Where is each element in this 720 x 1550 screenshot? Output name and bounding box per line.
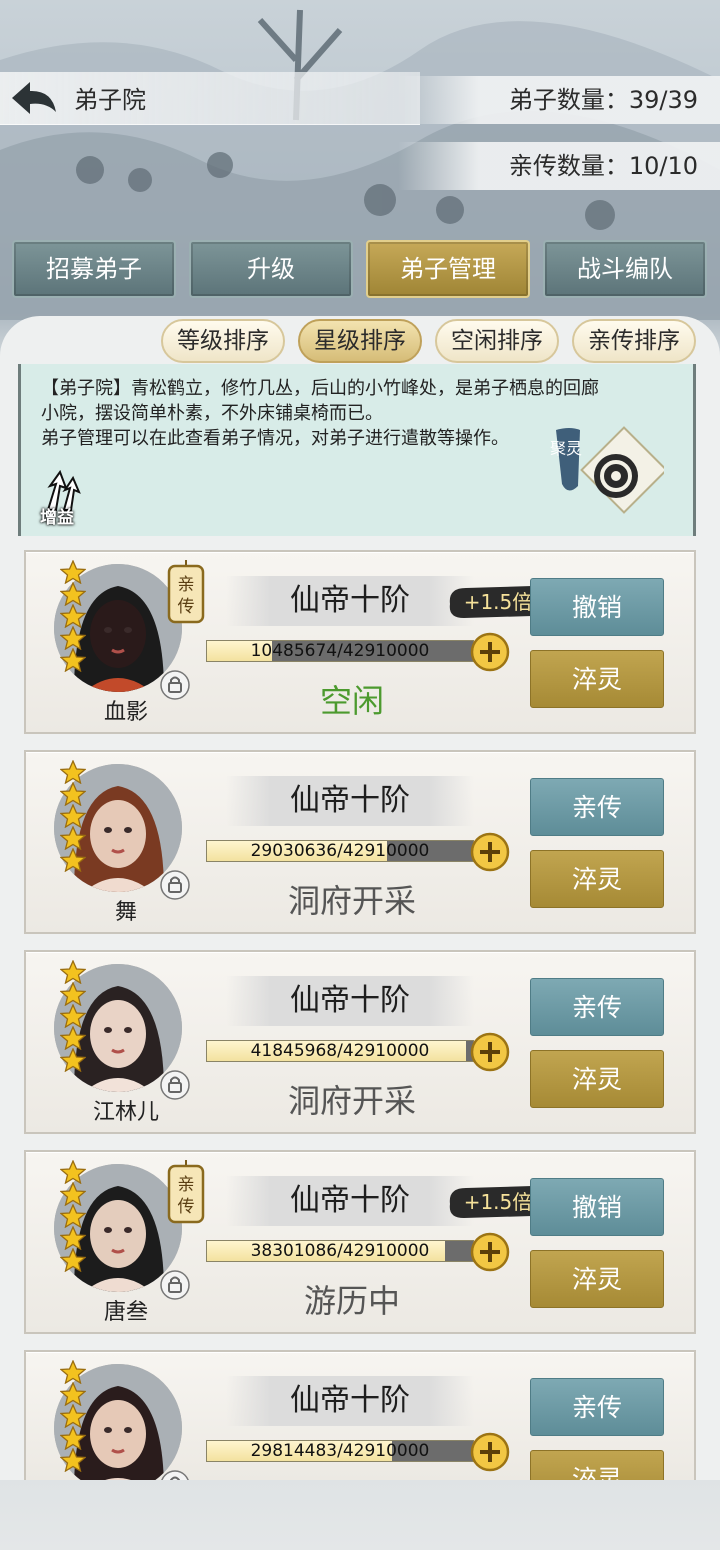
disciple-rank: 仙帝十阶 [226,576,474,626]
disciple-rank: 仙帝十阶 [226,976,474,1026]
sort-by-star-button[interactable]: 星级排序 [298,319,422,363]
disciple-name: 江林儿 [92,1100,159,1125]
star-icon [60,1426,86,1450]
star-icon [60,760,86,784]
disciple-name: 唐叁 [103,1300,148,1325]
exp-bar: 10485674/42910000 [206,640,474,662]
star-icon [60,1026,86,1050]
exp-text: 10485674/42910000 [250,641,430,661]
refine-spirit-button[interactable]: 淬灵 [530,1450,664,1480]
bottom-area [0,1480,720,1550]
sort-by-direct-button[interactable]: 亲传排序 [572,319,696,363]
star-icon [60,848,86,872]
back-arrow-icon[interactable] [8,78,60,118]
add-exp-plus-icon[interactable] [470,1432,510,1472]
make-direct-button[interactable]: 亲传 [530,778,664,836]
star-rating [60,960,86,1072]
star-icon [60,1404,86,1428]
star-icon [60,626,86,650]
star-icon [60,782,86,806]
disciple-status: 空闲 [319,682,384,720]
exp-text: 38301086/42910000 [250,1241,430,1261]
exp-bar: 29814483/42910000 [206,1440,474,1462]
disciple-card[interactable]: 亲传血影 仙帝十阶 +1.5倍 10485674/42910000 空闲 撤销 淬灵 [24,550,696,734]
tab-battle-formation[interactable]: 战斗编队 [543,240,707,298]
add-exp-plus-icon[interactable] [470,1032,510,1072]
exp-text: 29814483/42910000 [250,1441,430,1461]
direct-disciple-badge-icon: 亲传 [167,560,205,624]
star-rating [60,1360,86,1472]
star-icon [60,982,86,1006]
disciple-card[interactable]: 亲传唐叁 仙帝十阶 +1.5倍 38301086/42910000 游历中 撤销 淬灵 [24,1150,696,1334]
revoke-button[interactable]: 撤销 [530,578,664,636]
disciple-card[interactable]: 仙帝十阶 29814483/42910000 亲传淬灵 [24,1350,696,1480]
sort-by-idle-button[interactable]: 空闲排序 [435,319,559,363]
sort-by-level-button[interactable]: 等级排序 [161,319,285,363]
exp-bar: 41845968/42910000 [206,1040,474,1062]
disciple-card[interactable]: 江林儿 仙帝十阶 41845968/42910000 洞府开采 亲传淬灵 [24,950,696,1134]
add-exp-plus-icon[interactable] [470,1232,510,1272]
star-icon [60,1360,86,1384]
disciple-status: 游历中 [303,1282,400,1320]
star-icon [60,960,86,984]
disciple-rank: 仙帝十阶 [226,1376,474,1426]
star-rating [60,1160,86,1272]
revoke-button[interactable]: 撤销 [530,1178,664,1236]
disciple-status: 洞府开采 [287,1082,416,1120]
star-icon [60,1004,86,1028]
svg-text:亲: 亲 [178,575,195,595]
star-icon [60,1182,86,1206]
refine-spirit-button[interactable]: 淬灵 [530,650,664,708]
star-icon [60,1226,86,1250]
exp-text: 41845968/42910000 [250,1041,430,1061]
header-bar [0,72,420,125]
refine-spirit-button[interactable]: 淬灵 [530,1050,664,1108]
star-rating [60,760,86,872]
make-direct-button[interactable]: 亲传 [530,978,664,1036]
description-line: 【弟子院】青松鹤立，修竹几丛，后山的小竹峰处，是弟子栖息的回廊 [41,378,599,399]
disciple-name: 血影 [103,700,148,725]
juling-emblem-icon[interactable]: 聚灵 [550,426,664,526]
exp-text: 29030636/42910000 [250,841,430,861]
direct-disciple-count: 亲传数量：10/10 [398,142,720,190]
star-icon [60,1382,86,1406]
disciple-rank: 仙帝十阶 [226,1176,474,1226]
svg-text:传: 传 [178,1197,195,1217]
star-icon [60,604,86,628]
add-exp-plus-icon[interactable] [470,832,510,872]
disciple-name: 舞 [114,900,137,925]
tab-recruit[interactable]: 招募弟子 [12,240,176,298]
disciple-status: 洞府开采 [287,882,416,920]
exp-bar: 38301086/42910000 [206,1240,474,1262]
star-icon [60,1204,86,1228]
star-icon [60,826,86,850]
make-direct-button[interactable]: 亲传 [530,1378,664,1436]
star-icon [60,560,86,584]
direct-disciple-badge-icon: 亲传 [167,1160,205,1224]
buff-label: 增益 [40,508,74,528]
refine-spirit-button[interactable]: 淬灵 [530,1250,664,1308]
svg-text:亲: 亲 [178,1175,195,1195]
juling-label: 聚灵 [550,439,582,458]
star-rating [60,560,86,672]
tab-upgrade[interactable]: 升级 [189,240,353,298]
disciple-rank: 仙帝十阶 [226,776,474,826]
description-line: 小院，摆设简单朴素，不外床铺桌椅而已。 [41,403,383,424]
star-icon [60,648,86,672]
star-icon [60,1048,86,1072]
refine-spirit-button[interactable]: 淬灵 [530,850,664,908]
exp-bar: 29030636/42910000 [206,840,474,862]
star-icon [60,1448,86,1472]
lock-icon[interactable] [160,1470,190,1480]
tab-disciple-management[interactable]: 弟子管理 [366,240,530,298]
svg-text:传: 传 [178,597,195,617]
disciple-count: 弟子数量：39/39 [398,76,720,124]
star-icon [60,582,86,606]
star-icon [60,1248,86,1272]
disciple-card[interactable]: 舞 仙帝十阶 29030636/42910000 洞府开采 亲传淬灵 [24,750,696,934]
star-icon [60,1160,86,1184]
add-exp-plus-icon[interactable] [470,632,510,672]
star-icon [60,804,86,828]
page-title: 弟子院 [74,86,146,114]
